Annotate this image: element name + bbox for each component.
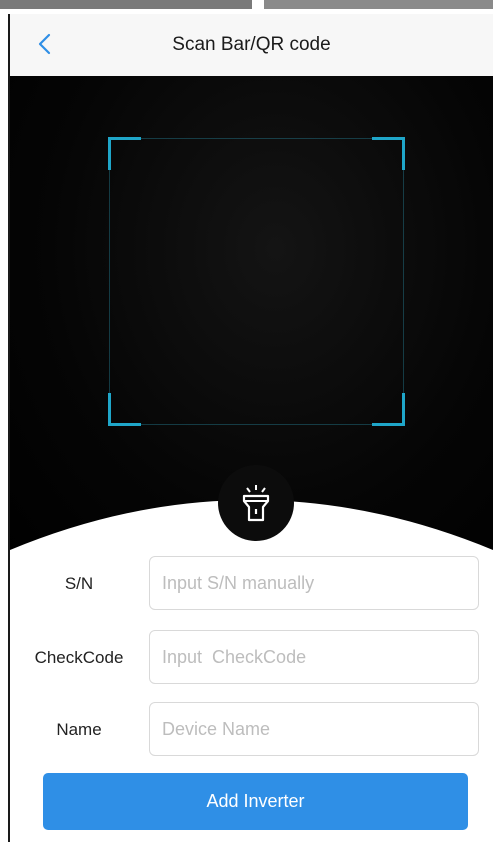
page-title: Scan Bar/QR code <box>172 34 331 55</box>
form-row-name: Name <box>10 702 493 758</box>
scan-corner-top-right <box>372 137 405 170</box>
chevron-left-icon <box>38 33 51 55</box>
device-name-input[interactable] <box>150 703 478 755</box>
status-bar-left <box>0 0 252 9</box>
add-inverter-button[interactable]: Add Inverter <box>43 773 468 830</box>
navigation-bar: Scan Bar/QR code <box>10 14 493 76</box>
sn-field <box>149 556 479 610</box>
scan-corner-bottom-right <box>372 393 405 426</box>
checkcode-field <box>149 630 479 684</box>
flashlight-icon <box>242 485 270 522</box>
name-label: Name <box>56 720 102 739</box>
scan-corner-top-left <box>108 137 141 170</box>
scan-frame <box>108 137 405 426</box>
back-button[interactable] <box>34 32 58 56</box>
sn-label: S/N <box>64 574 94 593</box>
checkcode-label: CheckCode <box>34 648 124 667</box>
form-row-checkcode: CheckCode <box>10 630 493 686</box>
system-status-strip <box>0 0 493 14</box>
flashlight-button[interactable] <box>218 465 294 541</box>
form-row-sn: S/N <box>10 556 493 612</box>
scan-corner-bottom-left <box>108 393 141 426</box>
status-bar-right <box>264 0 493 9</box>
name-field <box>149 702 479 756</box>
sn-input[interactable] <box>150 557 478 609</box>
checkcode-input[interactable] <box>150 631 478 683</box>
